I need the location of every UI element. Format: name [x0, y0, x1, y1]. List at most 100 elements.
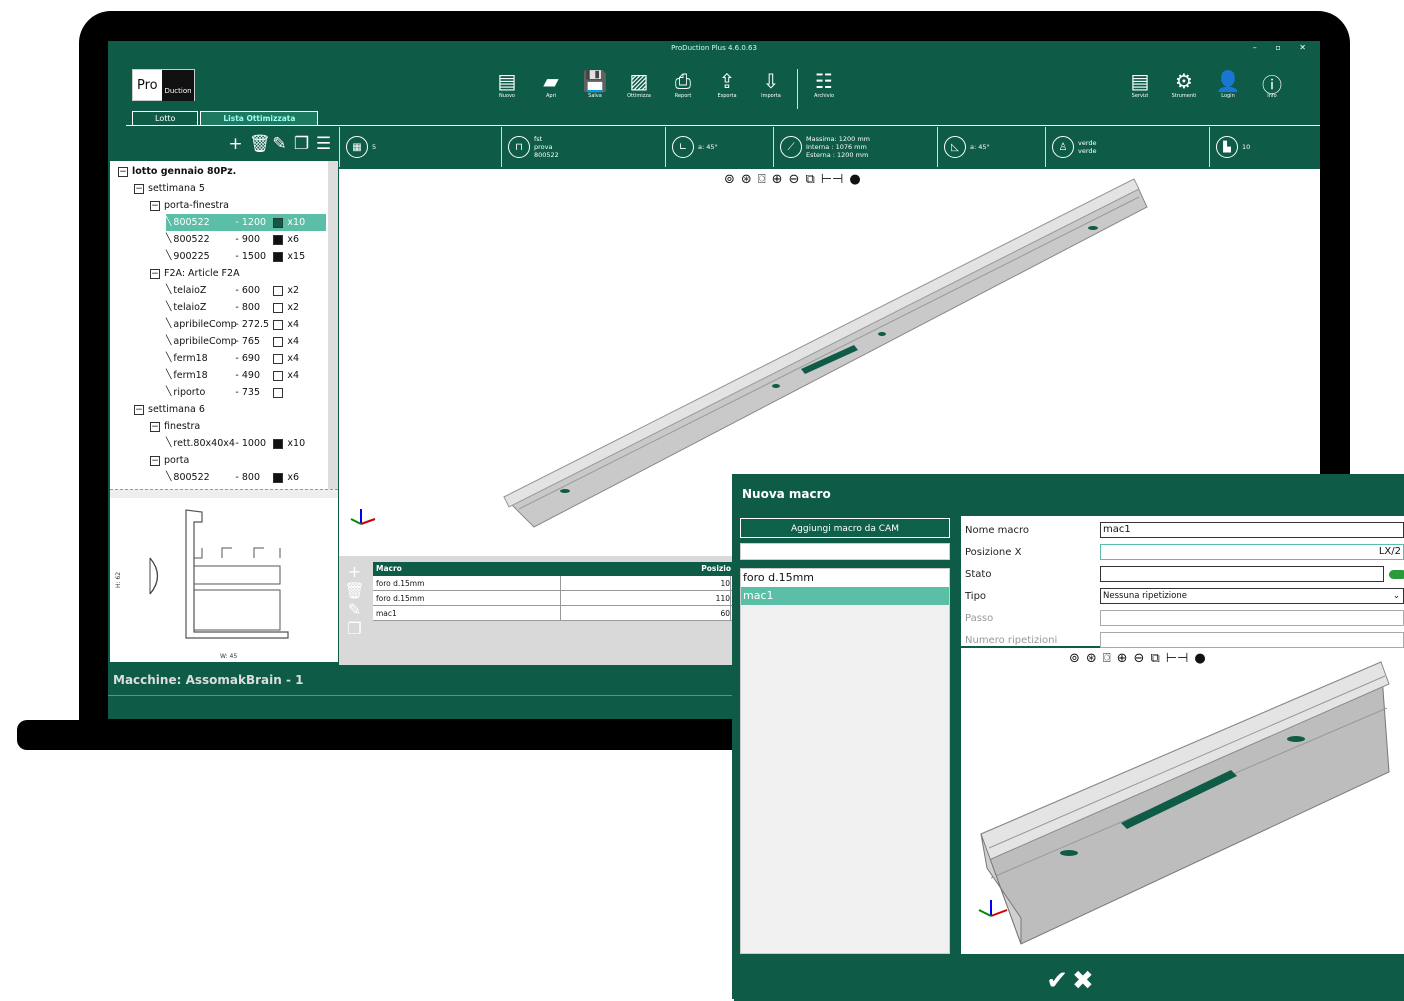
tree-node[interactable]: − settimana 5 — [134, 180, 205, 197]
tree-leaf[interactable]: ╲ ferm18 - 690 x4 — [166, 350, 299, 367]
piece-length: - 1000 — [235, 438, 267, 449]
toolbar-login-button[interactable]: 👤 Login — [1206, 69, 1250, 105]
tree-label: rett.80x40x4 — [173, 438, 235, 449]
laptop-base — [17, 720, 777, 750]
color-swatch — [273, 370, 284, 381]
pencil-icon[interactable]: ✎ — [271, 134, 288, 154]
list-item[interactable]: mac1 — [741, 587, 949, 605]
info-pieces: ▙ 10 — [1209, 127, 1319, 167]
table-cell: foro d.15mm — [373, 591, 561, 605]
delete-macro-icon[interactable]: 🗑 — [339, 581, 370, 600]
color-swatch — [273, 234, 284, 245]
passo-input[interactable] — [1100, 610, 1404, 626]
toolbar-esporta-button[interactable]: ⇪ Esporta — [705, 69, 749, 105]
tree-node[interactable]: − finestra — [150, 418, 200, 435]
collapse-icon[interactable]: − — [134, 183, 144, 194]
axis-gizmo — [978, 900, 1008, 917]
stato-input[interactable] — [1100, 566, 1384, 582]
toolbar-ottimizza-button[interactable]: ▨ Ottimizza — [617, 69, 661, 105]
column-header[interactable]: Posizio — [561, 562, 731, 576]
toolbar-importa-button[interactable]: ⇩ Importa — [749, 69, 793, 105]
macro-3d-preview[interactable]: ⊚ ⊛ ⌼ ⊕ ⊖ ⧉ ⊢⊣ ● — [961, 648, 1404, 954]
color-swatch — [273, 251, 284, 262]
collapse-icon[interactable]: − — [118, 166, 128, 177]
toolbar-archivio-button[interactable]: ☷ Archivio — [802, 69, 846, 105]
tree-node[interactable]: − porta — [150, 452, 189, 469]
tipo-select[interactable]: Nessuna ripetizione ⌄ — [1100, 588, 1404, 604]
tree-node[interactable]: − lotto gennaio 80Pz. — [118, 163, 236, 180]
toolbar-report-button[interactable]: ⎙ Report — [661, 69, 705, 105]
posx-input[interactable]: LX/2 — [1100, 544, 1404, 560]
toolbar-info-button[interactable]: ⓘ Info — [1250, 69, 1294, 105]
list-icon[interactable]: ☰ — [315, 134, 332, 154]
collapse-icon[interactable]: − — [150, 200, 160, 211]
confirm-check-icon[interactable]: ✔ — [1046, 966, 1072, 996]
tab-lotto[interactable]: Lotto — [132, 111, 199, 125]
paint-icon: ♙ — [1052, 136, 1074, 158]
tree-node[interactable]: − F2A: Article F2A — [150, 265, 240, 282]
tree-scrollbar[interactable] — [328, 161, 338, 489]
collapse-icon[interactable]: − — [134, 404, 144, 415]
tree-label: ferm18 — [173, 370, 208, 381]
new-file-icon: ▤ — [497, 69, 517, 93]
cancel-x-icon[interactable]: ✖ — [1072, 966, 1098, 996]
list-item[interactable]: foro d.15mm — [741, 569, 949, 587]
gear-icon: ⚙ — [1175, 69, 1193, 93]
piece-qty: x4 — [287, 319, 300, 330]
tree-label: settimana 5 — [148, 183, 205, 194]
tree-label: finestra — [164, 421, 201, 432]
toolbar-label: Ottimizza — [627, 93, 651, 99]
collapse-icon[interactable]: − — [150, 455, 160, 466]
tree-leaf[interactable]: ╲ apribileComp - 765 x4 — [166, 333, 299, 350]
toolbar-servizi-button[interactable]: ▤ Servizi — [1118, 69, 1162, 105]
tree-leaf[interactable]: ╲ ferm18 - 490 x4 — [166, 367, 299, 384]
color-swatch — [273, 217, 284, 228]
info-line: Interna : 1076 mm — [806, 143, 867, 151]
add-icon[interactable]: + — [227, 134, 244, 154]
tree-leaf[interactable]: ╲ telaioZ - 600 x2 — [166, 282, 299, 299]
piece-length: - 900 — [235, 234, 261, 245]
tree-leaf[interactable]: ╲ telaioZ - 800 x2 — [166, 299, 299, 316]
tab-lista-ottimizzata[interactable]: Lista Ottimizzata — [200, 111, 319, 125]
macro-filter-input[interactable] — [740, 543, 950, 560]
tree-leaf[interactable]: ╲ riporto - 735 — [166, 384, 287, 401]
trash-icon[interactable]: 🗑 — [249, 134, 271, 154]
toolbar-salva-button[interactable]: 💾 Salva — [573, 69, 617, 105]
add-cam-macro-button[interactable]: Aggiungi macro da CAM — [740, 518, 950, 538]
info-icon: ⓘ — [1262, 73, 1282, 97]
printer-icon: ⎙ — [675, 69, 691, 93]
tree-leaf[interactable]: ╲ 800522 - 1200 x10 — [166, 214, 326, 231]
tree-node[interactable]: − settimana 6 — [134, 401, 205, 418]
add-macro-icon[interactable]: + — [339, 562, 370, 581]
table-cell: 110 — [561, 591, 731, 605]
stack-icon: ▙ — [1216, 136, 1238, 158]
stato-toggle[interactable] — [1389, 570, 1404, 579]
tree-node[interactable]: − porta-finestra — [150, 197, 229, 214]
column-header[interactable]: Macro — [373, 562, 561, 576]
toolbar-apri-button[interactable]: ▰ Apri — [529, 69, 573, 105]
copy-macro-icon[interactable]: ❐ — [339, 619, 370, 638]
ripetizioni-input[interactable] — [1100, 632, 1404, 648]
collapse-icon[interactable]: − — [150, 421, 160, 432]
tree-leaf[interactable]: ╲ 900225 - 1500 x15 — [166, 248, 305, 265]
toolbar-strumenti-button[interactable]: ⚙ Strumenti — [1162, 69, 1206, 105]
tree-leaf[interactable]: ╲ rett.80x40x4- 1000 x10 — [166, 435, 305, 452]
ruler-icon: ⟋ — [780, 136, 802, 158]
piece-length: - 490 — [235, 370, 261, 381]
info-line: verde — [1078, 139, 1097, 147]
tree-leaf[interactable]: ╲ 800522 - 900 x6 — [166, 231, 299, 248]
horizontal-scrollbar[interactable] — [110, 489, 338, 498]
export-icon: ⇪ — [718, 69, 736, 93]
profile-drawing: H: 62 W: 45 — [115, 509, 289, 660]
window-controls[interactable]: – ▫ ✕ — [1253, 41, 1314, 55]
nome-input[interactable]: mac1 — [1100, 522, 1404, 538]
tree-leaf[interactable]: ╲ apribileComp - 272.5 x4 — [166, 316, 299, 333]
tree-label: F2A: Article F2A — [164, 268, 240, 279]
copy-icon[interactable]: ❐ — [293, 134, 310, 154]
tree-toolbar: + 🗑 ✎ ❐ ☰ — [110, 127, 338, 161]
collapse-icon[interactable]: − — [150, 268, 160, 279]
tree-leaf[interactable]: ╲ 800522 - 800 x6 — [166, 469, 299, 486]
edit-macro-icon[interactable]: ✎ — [339, 600, 370, 619]
archive-icon: ☷ — [815, 69, 833, 93]
toolbar-nuovo-button[interactable]: ▤ Nuovo — [485, 69, 529, 105]
